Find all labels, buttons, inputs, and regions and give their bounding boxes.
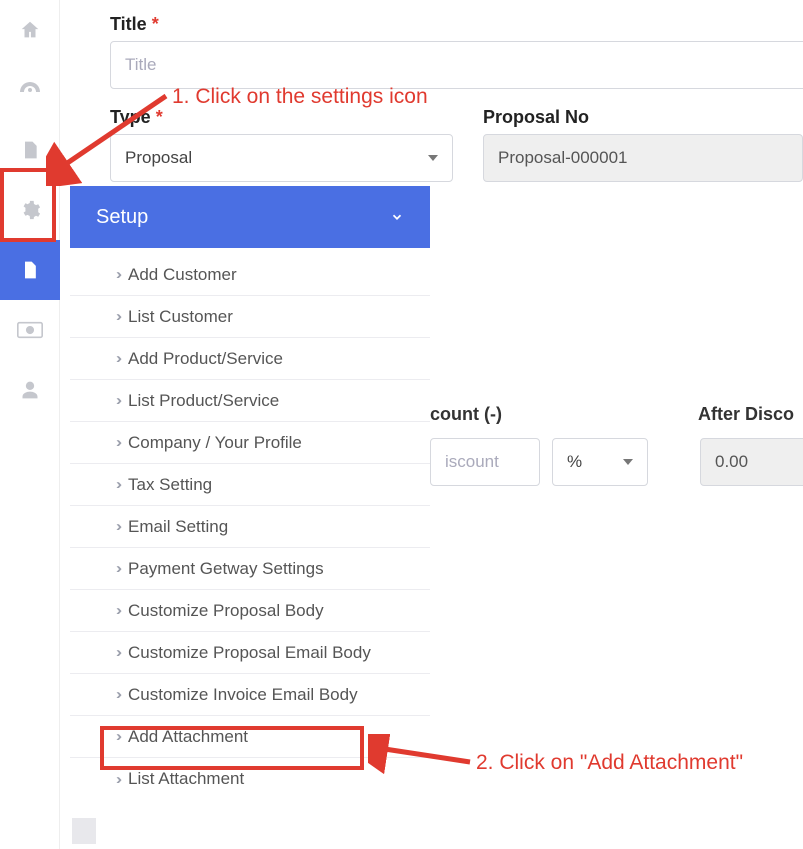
setup-item-email-setting[interactable]: ››Email Setting (70, 506, 430, 548)
discount-unit-select[interactable]: % (552, 438, 648, 486)
double-chevron-icon: ›› (116, 308, 120, 325)
setup-item-customize-proposal-email[interactable]: ››Customize Proposal Email Body (70, 632, 430, 674)
sidebar-item-page[interactable] (0, 240, 60, 300)
sidebar-item-money[interactable] (0, 300, 60, 360)
double-chevron-icon: ›› (116, 434, 120, 451)
double-chevron-icon: ›› (116, 644, 120, 661)
annotation-step1: 1. Click on the settings icon (172, 85, 428, 109)
setup-item-payment-gateway[interactable]: ››Payment Getway Settings (70, 548, 430, 590)
annotation-arrow-2 (368, 734, 478, 774)
double-chevron-icon: ›› (116, 392, 120, 409)
setup-item-company-profile[interactable]: ››Company / Your Profile (70, 422, 430, 464)
setup-item-customize-invoice-email[interactable]: ››Customize Invoice Email Body (70, 674, 430, 716)
money-icon (17, 321, 43, 339)
title-label: Title * (110, 14, 803, 35)
sidebar-item-user[interactable] (0, 360, 60, 420)
double-chevron-icon: ›› (116, 266, 120, 283)
double-chevron-icon: ›› (116, 728, 120, 745)
discount-unit-value: % (567, 452, 582, 472)
setup-flyout: Setup ››Add Customer ››List Customer ››A… (70, 186, 430, 804)
setup-item-add-product[interactable]: ››Add Product/Service (70, 338, 430, 380)
discount-input[interactable] (445, 452, 525, 472)
setup-item-add-customer[interactable]: ››Add Customer (70, 254, 430, 296)
title-input[interactable] (125, 55, 803, 75)
double-chevron-icon: ›› (116, 771, 120, 788)
discount-label: count (-) (430, 404, 502, 425)
double-chevron-icon: ›› (116, 350, 120, 367)
discount-inputs: % (430, 438, 648, 486)
setup-item-tax-setting[interactable]: ››Tax Setting (70, 464, 430, 506)
after-discount-field: 0.00 (700, 438, 803, 486)
setup-item-list-customer[interactable]: ››List Customer (70, 296, 430, 338)
sidebar-item-settings[interactable] (0, 180, 60, 240)
discount-input-wrap (430, 438, 540, 486)
double-chevron-icon: ›› (116, 602, 120, 619)
sidebar-item-home[interactable] (0, 0, 60, 60)
gauge-icon (18, 78, 42, 102)
double-chevron-icon: ›› (116, 476, 120, 493)
chevron-down-icon (428, 155, 438, 161)
user-icon (20, 379, 40, 401)
chevron-down-icon (390, 210, 404, 224)
proposal-no-field: Proposal-000001 (483, 134, 803, 182)
page-icon (20, 259, 40, 281)
setup-flyout-body: ››Add Customer ››List Customer ››Add Pro… (70, 248, 430, 804)
annotation-arrow-1 (46, 86, 176, 186)
setup-item-customize-proposal-body[interactable]: ››Customize Proposal Body (70, 590, 430, 632)
setup-flyout-header[interactable]: Setup (70, 186, 430, 248)
proposal-no-label: Proposal No (483, 107, 803, 128)
double-chevron-icon: ›› (116, 518, 120, 535)
double-chevron-icon: ›› (116, 686, 120, 703)
setup-header-label: Setup (96, 206, 148, 229)
setup-item-list-product[interactable]: ››List Product/Service (70, 380, 430, 422)
double-chevron-icon: ›› (116, 560, 120, 577)
chevron-down-icon (623, 459, 633, 465)
scrollbar-stub[interactable] (72, 818, 96, 844)
gear-icon (19, 199, 41, 221)
title-input-wrap (110, 41, 803, 89)
after-discount-label: After Disco (698, 404, 794, 425)
home-icon (19, 19, 41, 41)
document-icon (20, 139, 40, 161)
annotation-step2: 2. Click on "Add Attachment" (476, 751, 743, 775)
